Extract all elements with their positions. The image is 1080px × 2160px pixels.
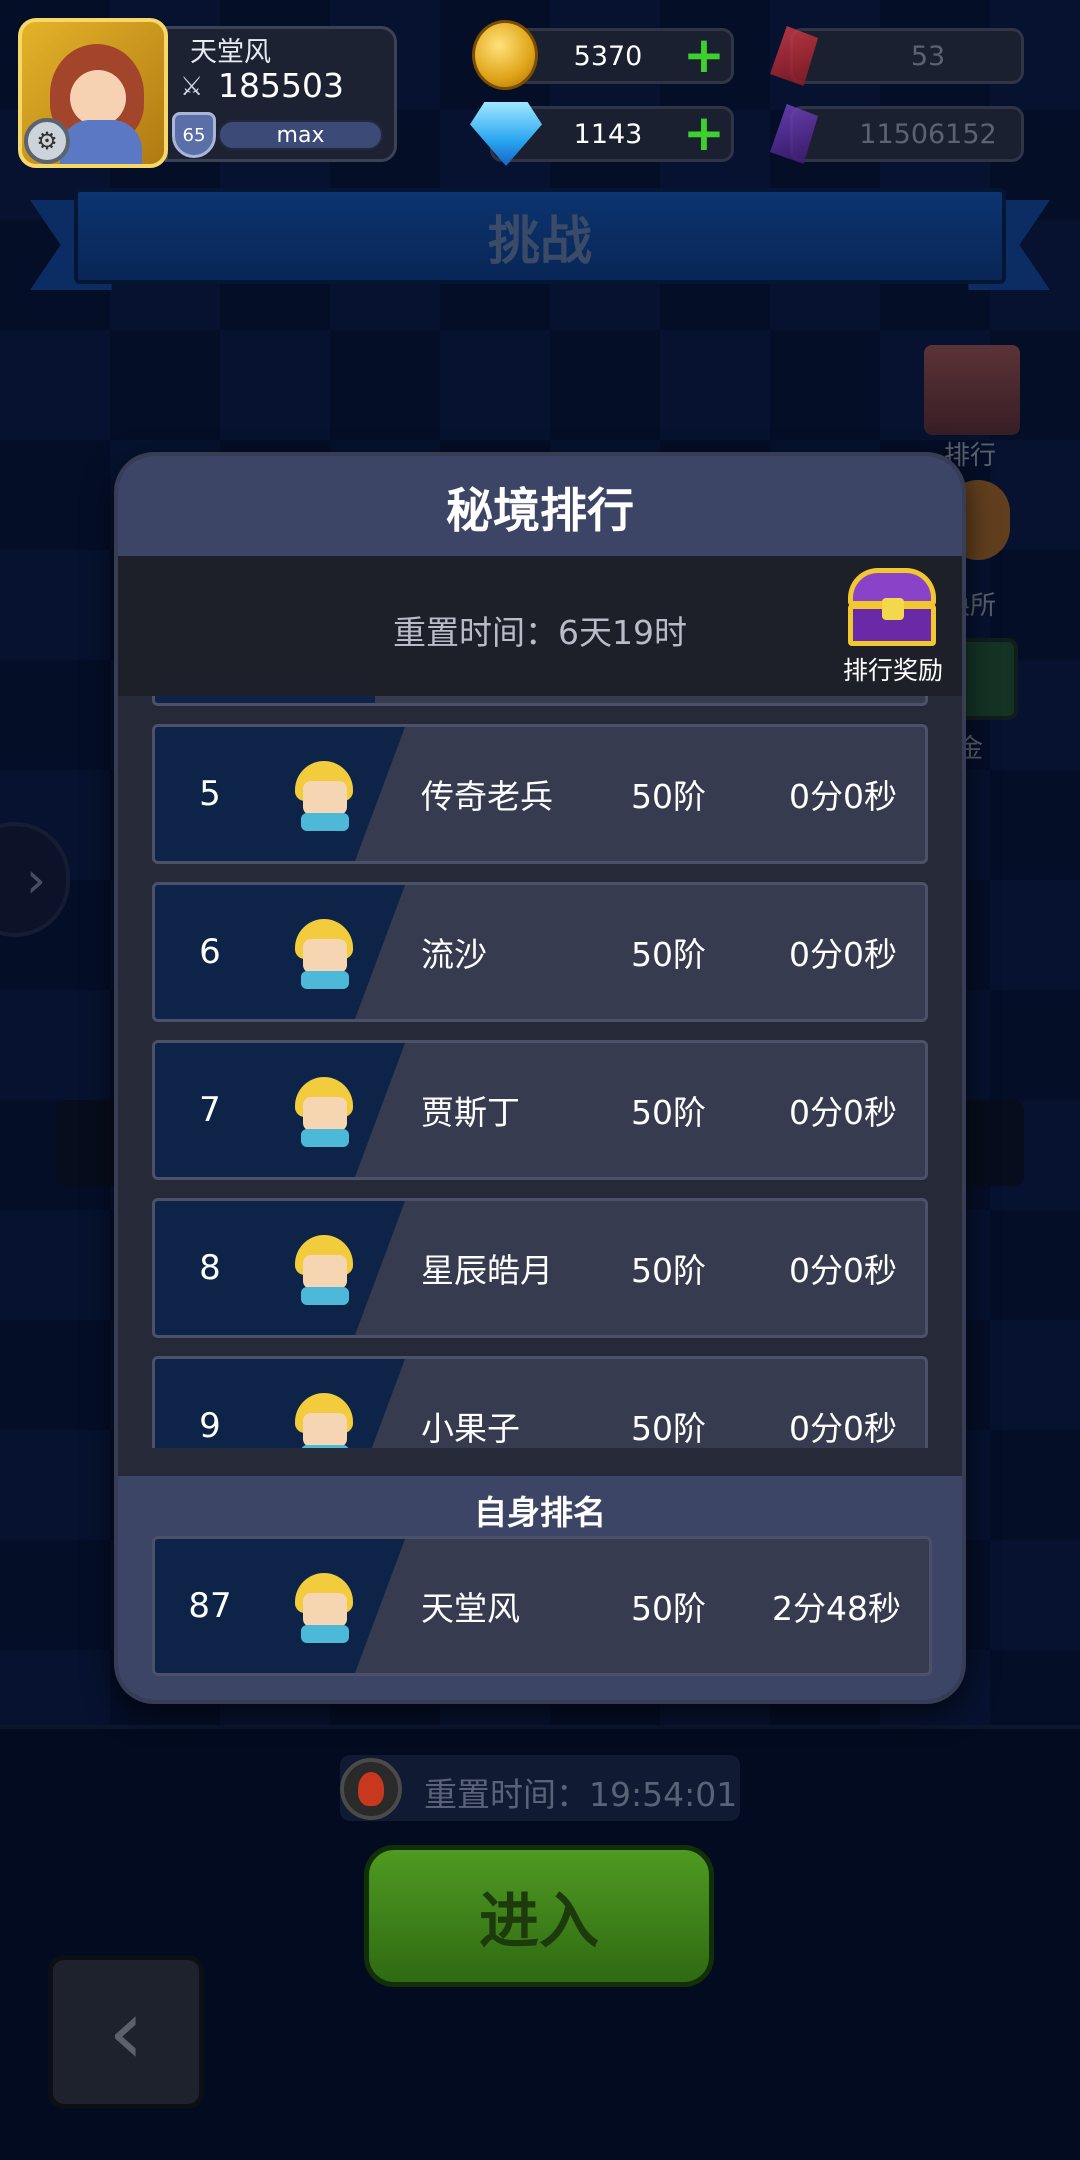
treasure-chest-icon[interactable] bbox=[844, 568, 940, 648]
player-avatar-icon bbox=[295, 761, 361, 831]
player-avatar-icon bbox=[295, 1573, 361, 1643]
player-stage: 50阶 bbox=[631, 1251, 706, 1290]
rank-number: 7 bbox=[199, 1090, 221, 1130]
clear-time: 0分0秒 bbox=[789, 1093, 897, 1132]
self-ranking-title: 自身排名 bbox=[474, 1493, 606, 1532]
gold-coin-icon bbox=[472, 20, 538, 90]
player-name: 星辰皓月 bbox=[421, 1251, 553, 1290]
clear-time: 0分0秒 bbox=[789, 1251, 897, 1290]
crossed-swords-icon: ⚔ bbox=[180, 72, 204, 102]
level-shield-badge: 65 bbox=[172, 112, 216, 158]
gold-value: 5370 bbox=[573, 40, 643, 72]
player-avatar-icon bbox=[295, 919, 361, 989]
add-diamond-button[interactable]: + bbox=[683, 108, 725, 158]
modal-header: 秘境排行 bbox=[118, 456, 962, 556]
clear-time: 0分0秒 bbox=[789, 935, 897, 974]
player-avatar-icon bbox=[295, 1235, 361, 1305]
red-crystal-counter: 53 bbox=[790, 28, 1024, 84]
player-name: 天堂风 bbox=[190, 37, 271, 68]
list-item[interactable]: 9 小果子 50阶 0分0秒 bbox=[152, 1356, 928, 1448]
enter-button-label: 进入 bbox=[479, 1886, 599, 1957]
page-title: 挑战 bbox=[487, 211, 592, 272]
purple-crystal-value: 11506152 bbox=[859, 118, 997, 150]
player-name: 流沙 bbox=[421, 935, 487, 974]
player-stage: 50阶 bbox=[631, 777, 706, 816]
back-arrow-icon: ‹ bbox=[108, 1979, 144, 2085]
ranking-list[interactable]: 5 传奇老兵 50阶 0分0秒 6 流沙 50阶 0分0秒 7 贾斯丁 50阶 … bbox=[118, 696, 962, 1448]
flame-icon bbox=[340, 1758, 402, 1820]
gear-icon[interactable]: ⚙ bbox=[24, 118, 70, 164]
rank-number: 8 bbox=[199, 1248, 221, 1288]
reset-timer-text: 重置时间：19:54:01 bbox=[424, 1775, 738, 1814]
clear-time: 2分48秒 bbox=[772, 1589, 901, 1628]
ranking-reward-label[interactable]: 排行奖励 bbox=[818, 651, 962, 687]
reset-time-row: 重置时间：6天19时 排行奖励 bbox=[118, 556, 962, 696]
self-ranking-section: 自身排名 87 天堂风 50阶 2分48秒 bbox=[118, 1476, 962, 1700]
player-stage: 50阶 bbox=[631, 1093, 706, 1132]
list-item-partial bbox=[152, 696, 928, 706]
player-name: 小果子 bbox=[421, 1409, 520, 1448]
enter-button[interactable]: 进入 bbox=[364, 1845, 714, 1987]
player-stage: 50阶 bbox=[631, 1409, 706, 1448]
clear-time: 0分0秒 bbox=[789, 777, 897, 816]
list-item[interactable]: 5 传奇老兵 50阶 0分0秒 bbox=[152, 724, 928, 864]
purple-crystal-counter: 11506152 bbox=[790, 106, 1024, 162]
modal-title: 秘境排行 bbox=[446, 483, 634, 539]
ranking-modal: 秘境排行 重置时间：6天19时 排行奖励 5 传奇老兵 50阶 0分0秒 6 流… bbox=[114, 452, 966, 1704]
red-crystal-value: 53 bbox=[910, 40, 946, 72]
diamond-value: 1143 bbox=[573, 118, 643, 150]
list-item[interactable]: 6 流沙 50阶 0分0秒 bbox=[152, 882, 928, 1022]
rank-number: 6 bbox=[199, 932, 221, 972]
player-stage: 50阶 bbox=[631, 935, 706, 974]
add-gold-button[interactable]: + bbox=[683, 30, 725, 80]
player-name: 天堂风 bbox=[421, 1589, 520, 1628]
ranking-reset-time: 重置时间：6天19时 bbox=[393, 613, 687, 652]
clear-time: 0分0秒 bbox=[789, 1409, 897, 1448]
rank-number: 5 bbox=[199, 774, 221, 814]
player-name: 传奇老兵 bbox=[421, 777, 553, 816]
list-item[interactable]: 8 星辰皓月 50阶 0分0秒 bbox=[152, 1198, 928, 1338]
back-button[interactable]: ‹ bbox=[48, 1955, 204, 2109]
player-avatar-icon bbox=[295, 1393, 361, 1448]
combat-power: 185503 bbox=[218, 66, 344, 105]
rank-number: 9 bbox=[199, 1406, 221, 1446]
page-title-banner: 挑战 bbox=[74, 188, 1006, 284]
player-avatar-icon bbox=[295, 1077, 361, 1147]
player-stage: 50阶 bbox=[631, 1589, 706, 1628]
experience-bar: max bbox=[218, 120, 383, 150]
rank-number: 87 bbox=[188, 1586, 232, 1626]
player-name: 贾斯丁 bbox=[421, 1093, 520, 1132]
list-item[interactable]: 7 贾斯丁 50阶 0分0秒 bbox=[152, 1040, 928, 1180]
self-ranking-row: 87 天堂风 50阶 2分48秒 bbox=[152, 1536, 932, 1676]
